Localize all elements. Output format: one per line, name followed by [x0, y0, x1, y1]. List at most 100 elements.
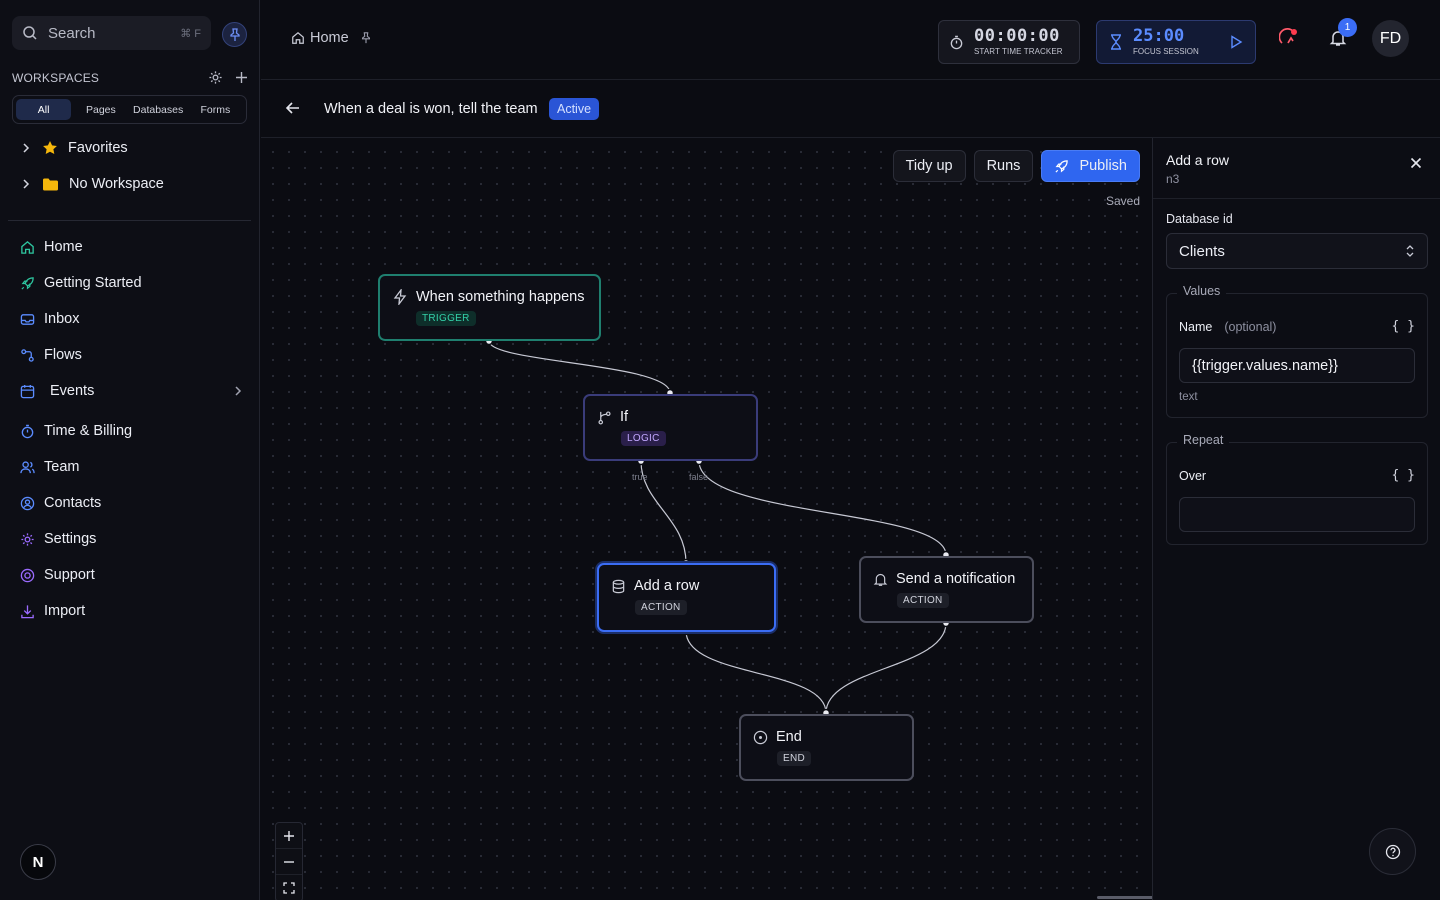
filter-pages[interactable]: Pages — [73, 99, 128, 120]
activity-button[interactable] — [1278, 26, 1300, 48]
fit-view-button[interactable] — [276, 875, 302, 900]
tree-item-favorites[interactable]: Favorites — [20, 140, 128, 156]
repeat-group: Repeat Over { } — [1166, 433, 1428, 545]
sidebar-item-time-billing[interactable]: Time & Billing — [20, 419, 244, 443]
hourglass-icon — [1111, 34, 1121, 50]
stopwatch-icon — [21, 424, 34, 438]
breadcrumb[interactable]: Home — [291, 30, 372, 46]
sidebar-item-events[interactable]: Events — [20, 379, 244, 403]
status-badge: Active — [549, 98, 600, 120]
flow-icon — [21, 348, 34, 362]
sidebar-item-home[interactable]: Home — [20, 235, 244, 259]
true-branch-label: true — [632, 472, 648, 482]
pin-icon[interactable] — [360, 32, 372, 44]
zoom-controls — [275, 822, 303, 900]
expression-toggle[interactable]: { } — [1392, 319, 1415, 334]
publish-button[interactable]: Publish — [1041, 150, 1140, 182]
contact-icon — [20, 496, 35, 510]
tracker-time: 00:00:00 — [974, 26, 1060, 46]
repeat-legend: Repeat — [1177, 433, 1230, 447]
node-type-tag: ACTION — [897, 593, 949, 608]
stop-circle-icon — [753, 730, 768, 744]
search-shortcut: ⌘ F — [180, 27, 201, 40]
home-icon — [21, 240, 34, 254]
back-button[interactable] — [285, 100, 301, 116]
plus-icon[interactable] — [235, 71, 248, 84]
user-avatar[interactable]: FD — [1372, 20, 1409, 57]
focus-time: 25:00 — [1133, 26, 1185, 46]
filter-forms[interactable]: Forms — [188, 99, 243, 120]
name-field[interactable]: {{trigger.values.name}} — [1179, 348, 1415, 383]
sidebar-item-label: Settings — [44, 531, 97, 547]
sidebar-item-label: Contacts — [44, 495, 102, 511]
tidy-up-button[interactable]: Tidy up — [892, 150, 966, 182]
expression-toggle[interactable]: { } — [1392, 468, 1415, 483]
false-branch-label: false — [689, 472, 709, 482]
pin-sidebar-button[interactable] — [222, 22, 247, 47]
runs-button[interactable]: Runs — [973, 150, 1034, 182]
app-root: Search ⌘ F WORKSPACES All Pages Database… — [0, 0, 1440, 900]
trigger-node[interactable]: When something happens TRIGGER — [378, 274, 601, 341]
flow-canvas[interactable]: Tidy up Runs Publish Saved When somethin… — [261, 138, 1152, 900]
tracker-label: START TIME TRACKER — [974, 47, 1063, 56]
sidebar-item-settings[interactable]: Settings — [20, 527, 244, 551]
star-icon — [43, 141, 57, 154]
sidebar-item-label: Inbox — [44, 311, 80, 327]
name-optional: (optional) — [1224, 319, 1277, 334]
end-node[interactable]: End END — [739, 714, 914, 781]
play-icon[interactable] — [1229, 35, 1243, 49]
fullscreen-icon — [283, 882, 295, 894]
sidebar-item-team[interactable]: Team — [20, 455, 244, 479]
edge-if-add-row — [640, 460, 687, 564]
panel-node-id: n3 — [1166, 172, 1180, 186]
publish-label: Publish — [1079, 158, 1127, 174]
database-label: Database id — [1166, 212, 1233, 226]
values-legend: Values — [1177, 284, 1227, 298]
node-title: End — [776, 729, 802, 745]
users-icon — [20, 460, 35, 473]
help-button[interactable] — [1369, 828, 1416, 875]
search-input[interactable]: Search ⌘ F — [12, 16, 211, 50]
sidebar-item-contacts[interactable]: Contacts — [20, 491, 244, 515]
inbox-icon — [20, 313, 35, 325]
edge-if-notify — [698, 460, 947, 556]
panel-title: Add a row — [1166, 152, 1230, 168]
zoom-out-button[interactable] — [276, 849, 302, 875]
canvas-scrollbar[interactable] — [1097, 896, 1152, 899]
sidebar-item-flows[interactable]: Flows — [20, 343, 244, 367]
rocket-icon — [21, 276, 34, 290]
if-node[interactable]: If LOGIC — [583, 394, 758, 461]
pin-icon — [229, 27, 240, 41]
database-select[interactable]: Clients — [1166, 233, 1428, 269]
edge-trigger-if — [488, 340, 671, 394]
gear-icon[interactable] — [208, 70, 223, 85]
filter-all[interactable]: All — [16, 99, 72, 120]
tree-item-label: Favorites — [68, 140, 128, 156]
sidebar-item-label: Import — [44, 603, 86, 619]
sidebar-item-label: Support — [44, 567, 95, 583]
sidebar-item-support[interactable]: Support — [20, 563, 244, 587]
plus-icon — [284, 830, 294, 841]
node-type-tag: END — [777, 751, 812, 766]
add-row-node[interactable]: Add a row ACTION — [597, 563, 776, 632]
tree-item-no-workspace[interactable]: No Workspace — [20, 176, 164, 192]
name-type-hint: text — [1179, 391, 1198, 403]
time-tracker-button[interactable]: 00:00:00 START TIME TRACKER — [938, 20, 1080, 64]
workspace-avatar[interactable]: N — [20, 844, 56, 880]
focus-session-button[interactable]: 25:00 FOCUS SESSION — [1096, 20, 1256, 64]
filter-databases[interactable]: Databases — [131, 99, 186, 120]
sidebar-item-import[interactable]: Import — [20, 599, 244, 623]
gear-icon — [21, 532, 34, 546]
help-icon — [1385, 844, 1400, 859]
sidebar-item-getting-started[interactable]: Getting Started — [20, 271, 244, 295]
tree-item-label: No Workspace — [69, 176, 164, 192]
send-notification-node[interactable]: Send a notification ACTION — [859, 556, 1034, 623]
sidebar-item-inbox[interactable]: Inbox — [20, 307, 244, 331]
node-title: Add a row — [634, 578, 700, 594]
arrow-left-icon — [285, 102, 299, 114]
database-value: Clients — [1179, 242, 1225, 260]
over-field[interactable] — [1179, 497, 1415, 532]
close-panel-button[interactable] — [1410, 157, 1422, 169]
zoom-in-button[interactable] — [276, 823, 302, 849]
flow-header: When a deal is won, tell the team Active — [261, 81, 1440, 138]
